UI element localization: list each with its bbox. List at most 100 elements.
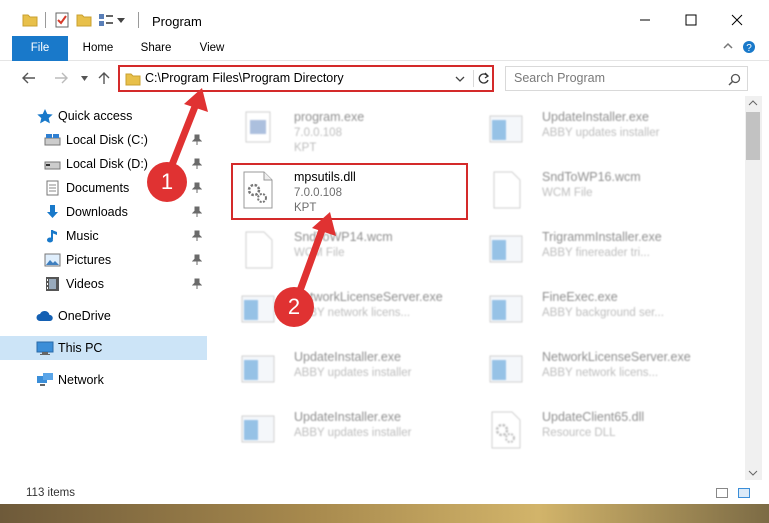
file-tile[interactable]: UpdateInstaller.exe ABBY updates install…: [212, 402, 452, 458]
file-tile[interactable]: UpdateClient65.dll Resource DLL: [460, 402, 700, 458]
item-count: 113 items: [26, 487, 76, 499]
divider: [45, 12, 46, 28]
details-view-icon[interactable]: [716, 488, 728, 498]
close-button[interactable]: [714, 0, 760, 40]
file-tile[interactable]: TrigrammInstaller.exe ABBY finereader tr…: [460, 222, 700, 278]
sidebar-item-label: Pictures: [66, 253, 112, 267]
sidebar-item-label: Documents: [66, 181, 130, 195]
search-box[interactable]: Search Program: [505, 66, 748, 91]
file-tile[interactable]: program.exe 7.0.0.108 KPT: [212, 102, 452, 158]
scrollbar-thumb[interactable]: [746, 112, 760, 160]
back-arrow-icon[interactable]: [22, 72, 36, 84]
sidebar-item-onedrive[interactable]: OneDrive: [0, 304, 207, 328]
address-bar[interactable]: C:\Program Files\Program Directory: [118, 66, 493, 91]
pin-icon[interactable]: [192, 182, 202, 194]
file-tile[interactable]: UpdateInstaller.exe ABBY updates install…: [460, 102, 700, 158]
pin-icon[interactable]: [192, 278, 202, 290]
search-icon[interactable]: [728, 73, 741, 86]
tab-view[interactable]: View: [192, 36, 232, 60]
sidebar-item-downloads[interactable]: Downloads: [0, 200, 207, 224]
file-name: SndToWP16.wcm: [542, 170, 641, 184]
desktop-background: [0, 504, 769, 523]
file-version: 7.0.0.108: [294, 127, 342, 139]
help-icon[interactable]: ?: [742, 40, 756, 54]
sidebar-item-network[interactable]: Network: [0, 368, 207, 392]
pin-icon[interactable]: [192, 134, 202, 146]
search-placeholder: Search Program: [514, 71, 606, 85]
file-tile[interactable]: NetworkLicenseServer.exe ABBY network li…: [212, 282, 452, 338]
file-name: UpdateInstaller.exe: [294, 410, 402, 424]
sidebar-item-pictures[interactable]: Pictures: [0, 248, 207, 272]
file-type: WCM File: [294, 247, 345, 259]
sidebar-item-label: Videos: [66, 277, 104, 291]
view-list-icon[interactable]: [98, 12, 114, 28]
pin-icon[interactable]: [192, 206, 202, 218]
pin-icon[interactable]: [192, 230, 202, 242]
refresh-button[interactable]: [473, 70, 492, 87]
vertical-scrollbar[interactable]: [745, 96, 762, 480]
scroll-down-icon[interactable]: [748, 470, 758, 476]
file-description: ABBY network licens...: [542, 367, 659, 379]
file-type: WCM File: [542, 187, 593, 199]
blank-file-icon: [245, 231, 273, 269]
forward-arrow-icon[interactable]: [54, 72, 68, 84]
sidebar-item-videos[interactable]: Videos: [0, 272, 207, 296]
sidebar-item-music[interactable]: Music: [0, 224, 207, 248]
chevron-down-icon[interactable]: [455, 75, 465, 83]
file-name: UpdateInstaller.exe: [294, 350, 402, 364]
file-tile[interactable]: UpdateInstaller.exe ABBY updates install…: [212, 342, 452, 398]
dll-gear-icon: [491, 411, 521, 449]
file-tile[interactable]: SndToWP14.wcm WCM File: [212, 222, 452, 278]
sidebar-item-local-disk-c[interactable]: Local Disk (C:): [0, 128, 207, 152]
file-name: NetworkLicenseServer.exe: [294, 290, 443, 304]
expand-ribbon-icon[interactable]: [722, 40, 734, 52]
file-name: TrigrammInstaller.exe: [542, 230, 662, 244]
drive-icon: [44, 161, 61, 170]
app-icon: [241, 415, 275, 443]
file-name: program.exe: [294, 110, 365, 124]
documents-icon: [46, 180, 59, 196]
sidebar-item-label: Downloads: [66, 205, 128, 219]
app-icon: [489, 295, 523, 323]
file-tile[interactable]: NetworkLicenseServer.exe ABBY network li…: [460, 342, 700, 398]
network-icon: [37, 373, 53, 386]
download-icon: [47, 205, 58, 218]
file-tile[interactable]: FineExec.exe ABBY background ser...: [460, 282, 700, 338]
exe-icon: [245, 111, 271, 143]
large-icons-view-icon[interactable]: [738, 488, 750, 498]
tab-share[interactable]: Share: [134, 36, 178, 60]
file-description: Resource DLL: [542, 427, 616, 439]
chevron-down-icon[interactable]: [116, 16, 126, 24]
sidebar-item-label: Local Disk (C:): [66, 133, 148, 147]
svg-text:?: ?: [746, 43, 752, 54]
close-icon: [731, 14, 743, 26]
sidebar-item-this-pc[interactable]: This PC: [0, 336, 207, 360]
address-path[interactable]: C:\Program Files\Program Directory: [145, 71, 344, 85]
refresh-icon: [478, 72, 489, 84]
pin-icon[interactable]: [192, 254, 202, 266]
file-tile[interactable]: SndToWP16.wcm WCM File: [460, 162, 700, 218]
file-company: KPT: [294, 142, 317, 154]
file-description: ABBY updates installer: [542, 127, 660, 139]
file-name: UpdateClient65.dll: [542, 410, 645, 424]
folder-icon: [125, 73, 141, 86]
file-name: FineExec.exe: [542, 290, 618, 304]
pin-icon[interactable]: [192, 158, 202, 170]
properties-icon[interactable]: [54, 12, 70, 28]
music-icon: [47, 230, 57, 243]
window-title: Program: [152, 14, 202, 29]
app-icon: [489, 235, 523, 263]
up-arrow-icon[interactable]: [97, 71, 111, 85]
sidebar-item-label: Network: [58, 373, 104, 387]
tab-home[interactable]: Home: [76, 36, 120, 60]
scroll-up-icon[interactable]: [748, 100, 758, 106]
sidebar-item-quick-access[interactable]: Quick access: [0, 104, 207, 128]
file-highlight-box: [231, 163, 468, 220]
new-folder-icon[interactable]: [76, 12, 92, 28]
maximize-button[interactable]: [668, 0, 714, 40]
minimize-button[interactable]: [622, 0, 668, 40]
divider: [138, 12, 139, 28]
videos-icon: [46, 277, 59, 291]
recent-locations-icon[interactable]: [80, 74, 89, 82]
minimize-icon: [640, 19, 650, 21]
